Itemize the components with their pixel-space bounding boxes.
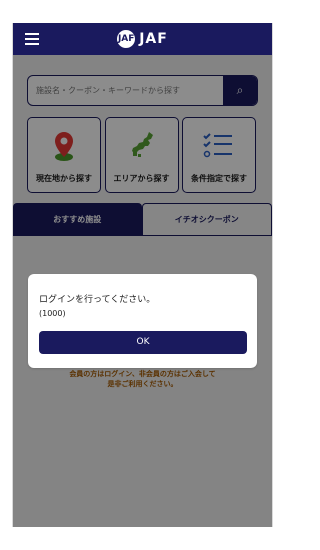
main-content: ⌕ 現在地から探す <box>13 55 272 527</box>
ok-button[interactable]: OK <box>39 330 247 354</box>
jaf-logo-text: JAF <box>139 31 168 47</box>
jaf-logo: JAF JAF <box>117 30 168 48</box>
jaf-logo-mark: JAF <box>117 30 136 48</box>
login-dialog: ログインを行ってください。 (1000) OK <box>28 274 257 368</box>
dialog-code: (1000) <box>39 309 66 318</box>
top-app-bar: JAF JAF <box>13 23 272 55</box>
phone-screen: JAF JAF ⌕ 現在地から探す <box>12 23 273 527</box>
menu-icon[interactable] <box>25 33 39 45</box>
dialog-message: ログインを行ってください。 <box>39 295 156 305</box>
